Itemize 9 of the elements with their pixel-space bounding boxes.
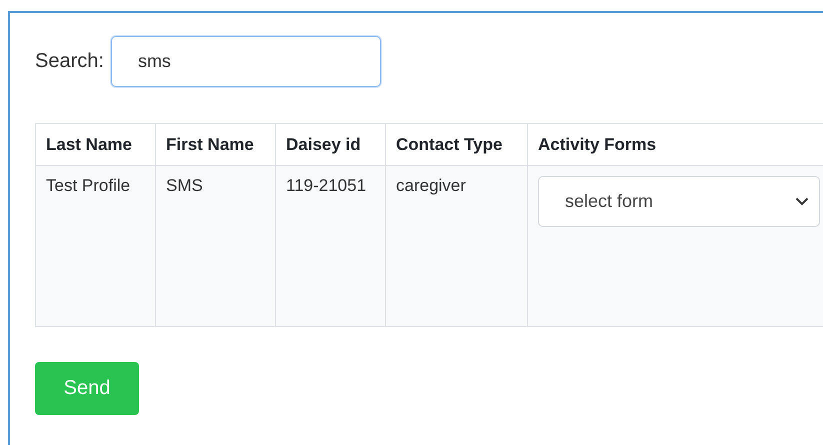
table-cell: caregiver xyxy=(386,166,528,326)
table-cell: SMS xyxy=(156,166,276,326)
search-label: Search: xyxy=(35,50,104,73)
chevron-down-icon xyxy=(795,197,809,206)
table-cell: 119-21051 xyxy=(276,166,386,326)
column-header: Last Name xyxy=(36,124,156,166)
form-select[interactable]: select form xyxy=(538,176,820,227)
table-cell: Test Profile xyxy=(36,166,156,326)
search-field[interactable]: sms xyxy=(110,36,381,87)
